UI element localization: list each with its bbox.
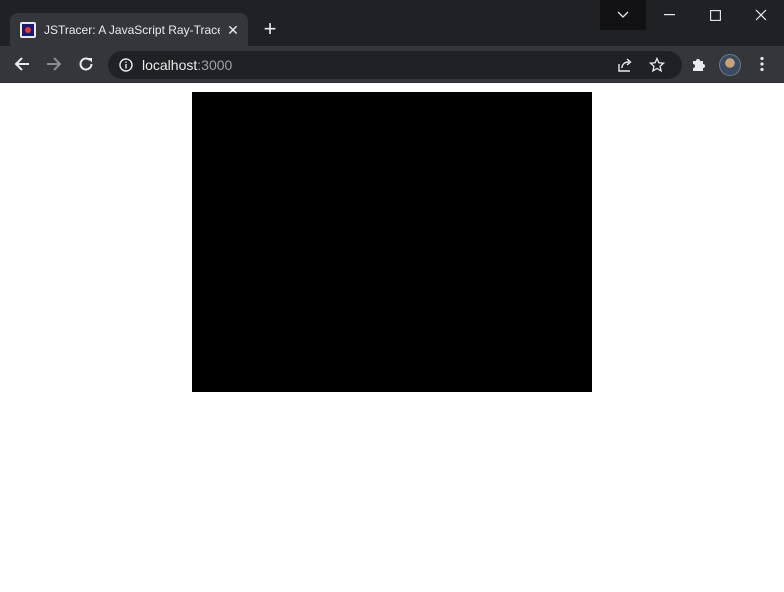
page-content bbox=[0, 84, 784, 592]
share-icon[interactable] bbox=[616, 56, 634, 74]
ray-tracer-canvas[interactable] bbox=[192, 92, 592, 392]
menu-button[interactable] bbox=[750, 52, 774, 76]
tab-strip: JSTracer: A JavaScript Ray-Tracer ✕ + bbox=[0, 0, 784, 46]
close-icon bbox=[755, 9, 767, 21]
url-text[interactable]: localhost:3000 bbox=[142, 57, 232, 73]
url-host: localhost bbox=[142, 57, 198, 73]
kebab-menu-icon bbox=[760, 56, 764, 72]
maximize-icon bbox=[709, 9, 721, 21]
back-arrow-icon bbox=[14, 57, 29, 71]
maximize-button[interactable] bbox=[692, 0, 738, 30]
favicon-icon bbox=[20, 22, 36, 38]
address-bar[interactable]: localhost:3000 bbox=[108, 51, 682, 79]
minimize-icon bbox=[663, 14, 675, 16]
puzzle-icon bbox=[693, 59, 705, 71]
star-icon[interactable] bbox=[648, 56, 666, 74]
reload-button[interactable] bbox=[74, 52, 98, 76]
new-tab-button[interactable]: + bbox=[256, 16, 284, 44]
browser-window: JSTracer: A JavaScript Ray-Tracer ✕ + lo… bbox=[0, 0, 784, 592]
avatar[interactable] bbox=[719, 54, 741, 76]
window-controls bbox=[600, 0, 784, 30]
chevron-down-icon bbox=[617, 11, 629, 18]
extensions-button[interactable] bbox=[686, 52, 710, 76]
tab-jstracer[interactable]: JSTracer: A JavaScript Ray-Tracer ✕ bbox=[10, 13, 248, 46]
close-button[interactable] bbox=[738, 0, 784, 30]
url-port: :3000 bbox=[197, 57, 233, 73]
reload-icon bbox=[79, 57, 93, 71]
back-button[interactable] bbox=[10, 52, 34, 76]
forward-arrow-icon bbox=[47, 57, 62, 71]
browser-toolbar: localhost:3000 bbox=[0, 46, 784, 83]
tab-search-button[interactable] bbox=[600, 0, 646, 30]
tab-title: JSTracer: A JavaScript Ray-Tracer bbox=[44, 23, 220, 37]
tab-close-icon[interactable]: ✕ bbox=[224, 21, 242, 39]
minimize-button[interactable] bbox=[646, 0, 692, 30]
forward-button[interactable] bbox=[42, 52, 66, 76]
info-icon[interactable] bbox=[118, 57, 134, 73]
